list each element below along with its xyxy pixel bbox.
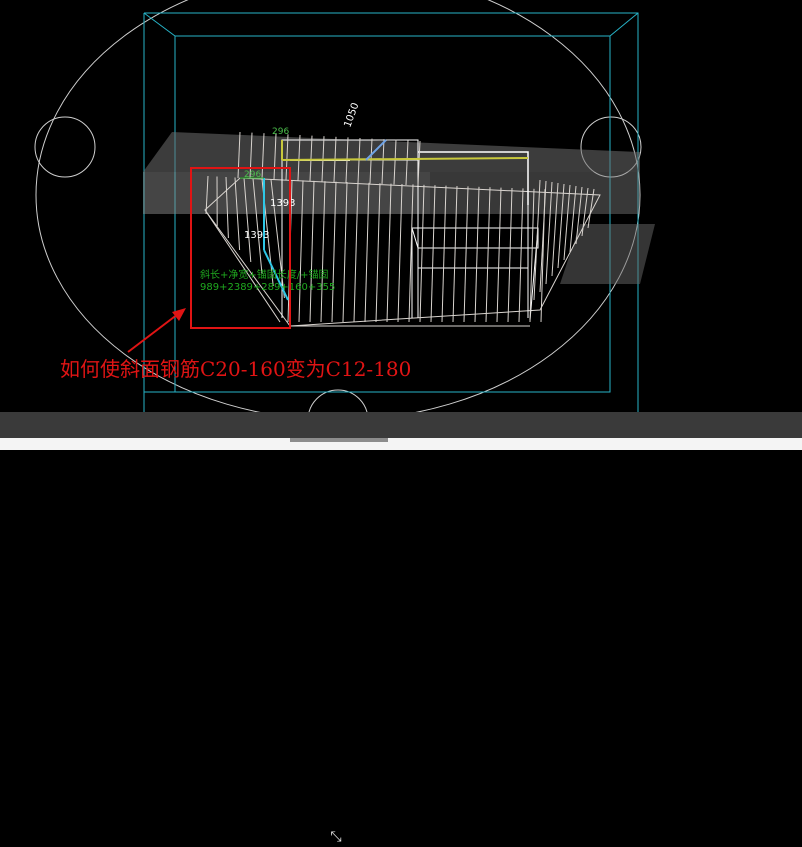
- orbit-handle-left[interactable]: [35, 117, 95, 177]
- top-dimension-label: 296: [272, 127, 289, 137]
- height-dimension-label-1: 1393: [270, 198, 295, 209]
- orbit-handle-bottom[interactable]: [308, 390, 368, 412]
- scrollbar-thumb[interactable]: [290, 438, 388, 442]
- height-dimension-label-2: 1393: [244, 230, 269, 241]
- shrink-arrows-icon[interactable]: ⤡: [324, 827, 348, 847]
- rebar-3d-scene[interactable]: 296 296 1393 1393 斜长+净宽+锚固长度/+锚固 989+238…: [0, 0, 802, 412]
- rebar-formula-line-1: 斜长+净宽+锚固长度/+锚固: [200, 268, 329, 281]
- slab-planes: [143, 132, 655, 284]
- inner-dimension-label: 296: [244, 170, 261, 180]
- status-bar: ⤡: [0, 412, 802, 438]
- rebar-formula-line-2: 989+2389+289+160+355: [200, 282, 335, 293]
- annotation-question: 如何使斜面钢筋C20-160变为C12-180: [60, 357, 411, 381]
- cad-3d-viewport[interactable]: 296 296 1393 1393 斜长+净宽+锚固长度/+锚固 989+238…: [0, 0, 802, 412]
- annotation-arrow: [128, 308, 186, 352]
- tilted-dimension-label: 1050: [342, 101, 361, 129]
- scroll-strip: [0, 438, 802, 450]
